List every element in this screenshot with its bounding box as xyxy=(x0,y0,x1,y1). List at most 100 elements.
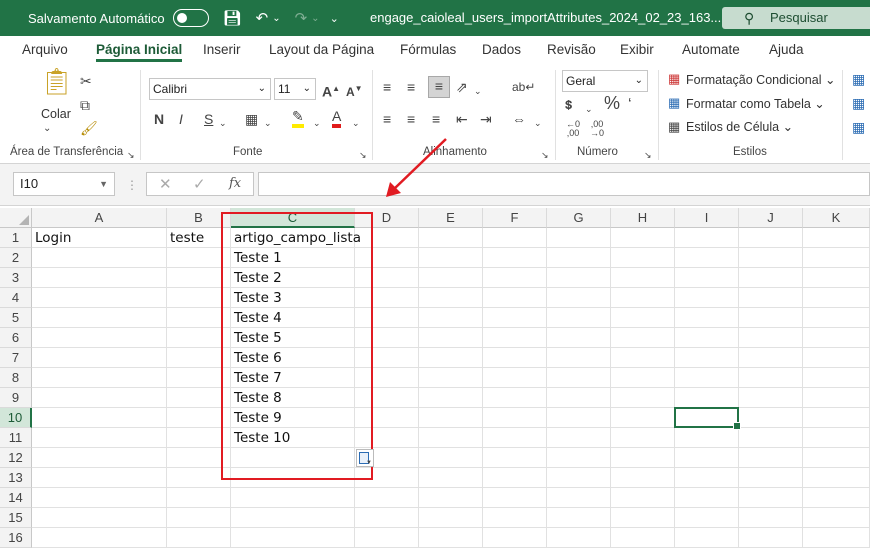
cell-j8[interactable] xyxy=(739,368,803,388)
cell-g9[interactable] xyxy=(547,388,611,408)
insert-cells-icon[interactable]: ▦ xyxy=(852,70,865,88)
cell-k7[interactable] xyxy=(803,348,870,368)
cell-j5[interactable] xyxy=(739,308,803,328)
cell-k15[interactable] xyxy=(803,508,870,528)
cell-e8[interactable] xyxy=(419,368,483,388)
decrease-font-icon[interactable]: A▼ xyxy=(346,80,363,101)
cell-i7[interactable] xyxy=(675,348,739,368)
column-header-j[interactable]: J xyxy=(739,208,803,228)
underline-button[interactable]: S xyxy=(204,110,213,128)
tab-formulas[interactable]: Fórmulas xyxy=(400,42,456,57)
cell-h4[interactable] xyxy=(611,288,675,308)
cell-h10[interactable] xyxy=(611,408,675,428)
cell-j9[interactable] xyxy=(739,388,803,408)
font-name-select[interactable]: Calibri ⌄ xyxy=(149,78,271,100)
font-size-select[interactable]: 11 ⌄ xyxy=(274,78,316,100)
merge-center-icon[interactable]: ⇔ xyxy=(512,110,526,128)
cell-g16[interactable] xyxy=(547,528,611,548)
decrease-indent-icon[interactable]: ⇤ xyxy=(456,110,468,128)
cell-k3[interactable] xyxy=(803,268,870,288)
orientation-dropdown-icon[interactable]: ⌄ xyxy=(474,82,482,100)
copy-icon[interactable]: ⧉ xyxy=(80,96,90,114)
cell-h15[interactable] xyxy=(611,508,675,528)
align-left-icon[interactable]: ≡ xyxy=(383,110,391,128)
align-right-icon[interactable]: ≡ xyxy=(432,110,440,128)
row-header-2[interactable]: 2 xyxy=(0,248,32,268)
underline-dropdown-icon[interactable]: ⌄ xyxy=(219,114,227,132)
cell-g7[interactable] xyxy=(547,348,611,368)
cell-e10[interactable] xyxy=(419,408,483,428)
conditional-formatting-icon[interactable]: ▦ xyxy=(668,70,680,88)
format-as-table-icon[interactable]: ▦ xyxy=(668,94,680,112)
row-header-15[interactable]: 15 xyxy=(0,508,32,528)
format-cells-icon[interactable]: ▦ xyxy=(852,118,865,136)
cell-f15[interactable] xyxy=(483,508,547,528)
cell-e12[interactable] xyxy=(419,448,483,468)
cell-g13[interactable] xyxy=(547,468,611,488)
row-header-16[interactable]: 16 xyxy=(0,528,32,548)
enter-icon[interactable]: ✓ xyxy=(193,175,206,193)
cell-i1[interactable] xyxy=(675,228,739,248)
cell-h1[interactable] xyxy=(611,228,675,248)
cell-i6[interactable] xyxy=(675,328,739,348)
cell-g10[interactable] xyxy=(547,408,611,428)
cell-g3[interactable] xyxy=(547,268,611,288)
cell-g5[interactable] xyxy=(547,308,611,328)
redo-dropdown-icon[interactable]: ⌄ xyxy=(311,13,319,24)
tab-pagina-inicial[interactable]: Página Inicial xyxy=(96,42,183,62)
cell-h2[interactable] xyxy=(611,248,675,268)
increase-font-icon[interactable]: A▲ xyxy=(322,80,340,101)
borders-icon[interactable]: ▦ xyxy=(245,110,258,128)
paste-options-icon[interactable]: ▼ xyxy=(356,449,374,467)
cell-d14[interactable] xyxy=(355,488,419,508)
row-header-11[interactable]: 11 xyxy=(0,428,32,448)
column-header-f[interactable]: F xyxy=(483,208,547,228)
cell-i9[interactable] xyxy=(675,388,739,408)
cell-i14[interactable] xyxy=(675,488,739,508)
number-launcher-icon[interactable]: ↘ xyxy=(644,146,652,164)
cell-i4[interactable] xyxy=(675,288,739,308)
cell-h12[interactable] xyxy=(611,448,675,468)
cell-f5[interactable] xyxy=(483,308,547,328)
cell-a13[interactable] xyxy=(32,468,167,488)
font-launcher-icon[interactable]: ↘ xyxy=(359,146,367,164)
cell-e9[interactable] xyxy=(419,388,483,408)
tab-arquivo[interactable]: Arquivo xyxy=(22,42,68,57)
cell-i5[interactable] xyxy=(675,308,739,328)
decrease-decimal-icon[interactable]: ,00 →0 xyxy=(590,120,604,138)
cell-j6[interactable] xyxy=(739,328,803,348)
row-header-4[interactable]: 4 xyxy=(0,288,32,308)
cell-k2[interactable] xyxy=(803,248,870,268)
cell-g6[interactable] xyxy=(547,328,611,348)
selected-cell-i10[interactable] xyxy=(674,407,741,430)
currency-format-icon[interactable]: 💲︎ xyxy=(565,96,572,114)
cell-g4[interactable] xyxy=(547,288,611,308)
cell-h14[interactable] xyxy=(611,488,675,508)
row-header-7[interactable]: 7 xyxy=(0,348,32,368)
tab-layout-da-pagina[interactable]: Layout da Página xyxy=(269,42,374,57)
cell-e13[interactable] xyxy=(419,468,483,488)
cell-c16[interactable] xyxy=(231,528,355,548)
cell-j7[interactable] xyxy=(739,348,803,368)
name-box[interactable]: I10 ▼ xyxy=(13,172,115,196)
cell-f7[interactable] xyxy=(483,348,547,368)
cell-h11[interactable] xyxy=(611,428,675,448)
cell-g11[interactable] xyxy=(547,428,611,448)
cell-j15[interactable] xyxy=(739,508,803,528)
cut-icon[interactable]: ✂ xyxy=(80,72,92,90)
save-icon[interactable]: 💾︎ xyxy=(223,9,242,27)
tab-dados[interactable]: Dados xyxy=(482,42,521,57)
clipboard-launcher-icon[interactable]: ↘ xyxy=(127,146,135,164)
cell-f9[interactable] xyxy=(483,388,547,408)
cell-i16[interactable] xyxy=(675,528,739,548)
cell-i2[interactable] xyxy=(675,248,739,268)
cell-a15[interactable] xyxy=(32,508,167,528)
cell-k6[interactable] xyxy=(803,328,870,348)
cell-i8[interactable] xyxy=(675,368,739,388)
cell-j11[interactable] xyxy=(739,428,803,448)
cell-h9[interactable] xyxy=(611,388,675,408)
select-all-button[interactable] xyxy=(0,208,32,228)
cell-k1[interactable] xyxy=(803,228,870,248)
paste-dropdown-icon[interactable]: ⌄ xyxy=(43,120,51,138)
cell-h8[interactable] xyxy=(611,368,675,388)
